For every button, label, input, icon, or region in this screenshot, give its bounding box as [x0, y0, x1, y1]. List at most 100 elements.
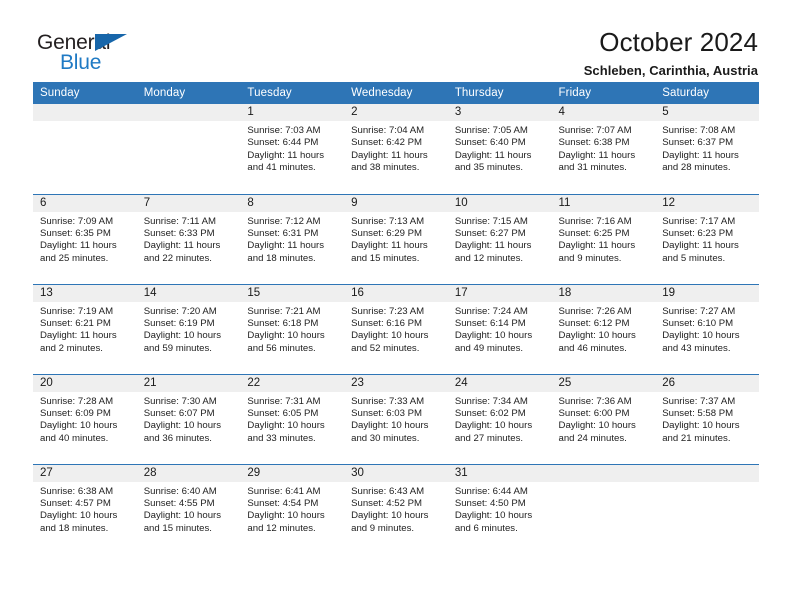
sun-times: Sunrise: 6:44 AM Sunset: 4:50 PM Daylight:… [448, 482, 552, 536]
daylight-duration-line1: Daylight: 11 hours [143, 240, 221, 252]
day-number: 27 [33, 464, 137, 482]
day-cell[interactable]: 20 Sunrise: 7:28 AM Sunset: 6:09 PM Dayligh… [33, 374, 137, 465]
day-cell[interactable]: 21 Sunrise: 7:30 AM Sunset: 6:07 PM Dayligh… [136, 374, 241, 465]
daylight-duration-line1: Daylight: 11 hours [454, 149, 532, 161]
calendar-body: 1 Sunrise: 7:03 AM Sunset: 6:44 PM Daylight… [33, 104, 759, 554]
daylight-duration-line2: and 38 minutes. [351, 162, 420, 174]
day-cell[interactable]: 9 Sunrise: 7:13 AM Sunset: 6:29 PM Daylight… [344, 194, 448, 285]
daylight-duration-line2: and 25 minutes. [40, 252, 109, 264]
day-cell[interactable]: 26 Sunrise: 7:37 AM Sunset: 5:58 PM Dayligh… [655, 374, 759, 465]
sunrise-time: Sunrise: 7:05 AM [454, 125, 528, 136]
title-block: October 2024 Schleben, Carinthia, Austri… [584, 27, 759, 78]
day-cell[interactable]: 15 Sunrise: 7:21 AM Sunset: 6:18 PM Dayligh… [240, 284, 345, 375]
day-cell[interactable]: 8 Sunrise: 7:12 AM Sunset: 6:31 PM Daylight… [240, 194, 345, 285]
day-cell[interactable]: 13 Sunrise: 7:19 AM Sunset: 6:21 PM Dayligh… [33, 284, 137, 375]
day-cell[interactable]: 27 Sunrise: 6:38 AM Sunset: 4:57 PM Dayligh… [33, 464, 137, 554]
sun-times: Sunrise: 7:23 AM Sunset: 6:16 PM Daylight:… [344, 302, 448, 356]
day-cell[interactable]: 10 Sunrise: 7:15 AM Sunset: 6:27 PM Dayligh… [447, 194, 552, 285]
day-cell[interactable]: 30 Sunrise: 6:43 AM Sunset: 4:52 PM Dayligh… [344, 464, 448, 554]
day-cell[interactable]: 19 Sunrise: 7:27 AM Sunset: 6:10 PM Dayligh… [655, 284, 759, 375]
daylight-duration-line1: Daylight: 11 hours [454, 240, 532, 252]
sunrise-time: Sunrise: 7:11 AM [143, 215, 217, 227]
day-cell[interactable]: 28 Sunrise: 6:40 AM Sunset: 4:55 PM Dayligh… [136, 464, 241, 554]
day-cell[interactable]: 11 Sunrise: 7:16 AM Sunset: 6:25 PM Dayligh… [551, 194, 656, 285]
daylight-duration-line1: Daylight: 10 hours [143, 330, 222, 342]
day-cell[interactable]: 14 Sunrise: 7:20 AM Sunset: 6:19 PM Dayligh… [136, 284, 241, 375]
day-cell[interactable]: 7 Sunrise: 7:11 AM Sunset: 6:33 PM Daylight… [136, 194, 241, 285]
day-cell-empty [136, 104, 241, 195]
sunrise-time: Sunrise: 7:23 AM [351, 305, 425, 317]
day-number: 31 [447, 464, 552, 482]
calendar-week-row: 27 Sunrise: 6:38 AM Sunset: 4:57 PM Dayligh… [33, 464, 759, 554]
day-cell[interactable]: 17 Sunrise: 7:24 AM Sunset: 6:14 PM Dayligh… [447, 284, 552, 375]
sunrise-time: Sunrise: 7:30 AM [143, 395, 217, 407]
sunrise-time: Sunrise: 7:04 AM [351, 125, 425, 136]
day-number: 28 [136, 464, 241, 482]
sunrise-time: Sunrise: 7:17 AM [662, 215, 736, 227]
day-cell-empty [551, 464, 656, 554]
sun-times: Sunrise: 6:41 AM Sunset: 4:54 PM Daylight:… [240, 482, 344, 536]
daylight-duration-line2: and 41 minutes. [247, 162, 316, 174]
sunset-time: Sunset: 4:57 PM [40, 497, 111, 509]
sunset-time: Sunset: 6:21 PM [40, 317, 111, 329]
day-cell[interactable]: 5 Sunrise: 7:08 AM Sunset: 6:37 PM Daylight… [655, 104, 759, 195]
day-cell[interactable]: 29 Sunrise: 6:41 AM Sunset: 4:54 PM Dayligh… [240, 464, 345, 554]
day-cell[interactable]: 24 Sunrise: 7:34 AM Sunset: 6:02 PM Dayligh… [447, 374, 552, 465]
day-cell[interactable]: 3 Sunrise: 7:05 AM Sunset: 6:40 PM Daylight… [447, 104, 552, 195]
sunset-time: Sunset: 6:07 PM [143, 407, 215, 419]
daylight-duration-line1: Daylight: 10 hours [351, 510, 429, 522]
sun-times: Sunrise: 7:17 AM Sunset: 6:23 PM Daylight:… [655, 212, 759, 266]
daylight-duration-line1: Daylight: 10 hours [40, 420, 118, 432]
sun-times: Sunrise: 7:15 AM Sunset: 6:27 PM Daylight:… [448, 212, 552, 266]
daylight-duration-line2: and 12 minutes. [454, 252, 524, 264]
daylight-duration-line2: and 36 minutes. [143, 432, 212, 444]
day-number: 12 [655, 194, 759, 212]
day-number [551, 464, 656, 482]
day-number: 24 [447, 374, 552, 392]
weekday-header-wednesday: Wednesday [344, 82, 448, 104]
calendar-page: General Blue October 2024 Schleben, Cari… [0, 0, 792, 612]
sunset-time: Sunset: 6:23 PM [662, 227, 734, 239]
day-cell[interactable]: 31 Sunrise: 6:44 AM Sunset: 4:50 PM Dayligh… [447, 464, 552, 554]
page-header: General Blue October 2024 Schleben, Cari… [33, 0, 759, 78]
calendar-week-row: 20 Sunrise: 7:28 AM Sunset: 6:09 PM Dayligh… [33, 374, 759, 465]
daylight-duration-line1: Daylight: 11 hours [662, 149, 739, 161]
day-number: 11 [551, 194, 656, 212]
daylight-duration-line1: Daylight: 11 hours [662, 240, 739, 252]
daylight-duration-line1: Daylight: 10 hours [662, 330, 740, 342]
sunset-time: Sunset: 5:58 PM [662, 407, 734, 419]
day-cell[interactable]: 1 Sunrise: 7:03 AM Sunset: 6:44 PM Daylight… [240, 104, 345, 195]
day-cell[interactable]: 18 Sunrise: 7:26 AM Sunset: 6:12 PM Dayligh… [551, 284, 656, 375]
day-cell[interactable]: 25 Sunrise: 7:36 AM Sunset: 6:00 PM Dayligh… [551, 374, 656, 465]
sunrise-time: Sunrise: 7:21 AM [247, 305, 321, 317]
daylight-duration-line1: Daylight: 10 hours [454, 510, 533, 522]
triangle-icon [95, 34, 127, 51]
weekday-header-monday: Monday [136, 82, 241, 104]
sunset-time: Sunset: 6:10 PM [662, 317, 734, 329]
day-cell[interactable]: 23 Sunrise: 7:33 AM Sunset: 6:03 PM Dayligh… [344, 374, 448, 465]
calendar-header-row: Sunday Monday Tuesday Wednesday Thursday… [33, 82, 759, 104]
sun-times: Sunrise: 7:05 AM Sunset: 6:40 PM Daylight:… [448, 121, 552, 175]
sunrise-time: Sunrise: 7:16 AM [558, 215, 632, 227]
daylight-duration-line2: and 15 minutes. [143, 522, 212, 534]
sunrise-time: Sunrise: 7:31 AM [247, 395, 321, 407]
sun-times: Sunrise: 7:30 AM Sunset: 6:07 PM Daylight:… [137, 392, 241, 446]
sun-times: Sunrise: 7:31 AM Sunset: 6:05 PM Daylight:… [240, 392, 344, 446]
day-cell[interactable]: 6 Sunrise: 7:09 AM Sunset: 6:35 PM Daylight… [33, 194, 137, 285]
day-number: 23 [344, 374, 448, 392]
daylight-duration-line1: Daylight: 10 hours [662, 420, 740, 432]
day-cell[interactable]: 22 Sunrise: 7:31 AM Sunset: 6:05 PM Dayligh… [240, 374, 345, 465]
day-number: 14 [136, 284, 241, 302]
day-number: 4 [551, 104, 656, 121]
sun-times: Sunrise: 7:36 AM Sunset: 6:00 PM Daylight:… [552, 392, 656, 446]
day-number: 6 [33, 194, 137, 212]
sunrise-time: Sunrise: 7:03 AM [247, 125, 321, 136]
day-cell[interactable]: 2 Sunrise: 7:04 AM Sunset: 6:42 PM Daylight… [344, 104, 448, 195]
day-cell[interactable]: 16 Sunrise: 7:23 AM Sunset: 6:16 PM Dayligh… [344, 284, 448, 375]
general-blue-logo[interactable]: General Blue [33, 28, 153, 78]
day-number: 13 [33, 284, 137, 302]
sunrise-time: Sunrise: 7:36 AM [558, 395, 632, 407]
day-cell[interactable]: 12 Sunrise: 7:17 AM Sunset: 6:23 PM Dayligh… [655, 194, 759, 285]
sun-times: Sunrise: 7:13 AM Sunset: 6:29 PM Daylight:… [344, 212, 448, 266]
day-cell[interactable]: 4 Sunrise: 7:07 AM Sunset: 6:38 PM Daylight… [551, 104, 656, 195]
